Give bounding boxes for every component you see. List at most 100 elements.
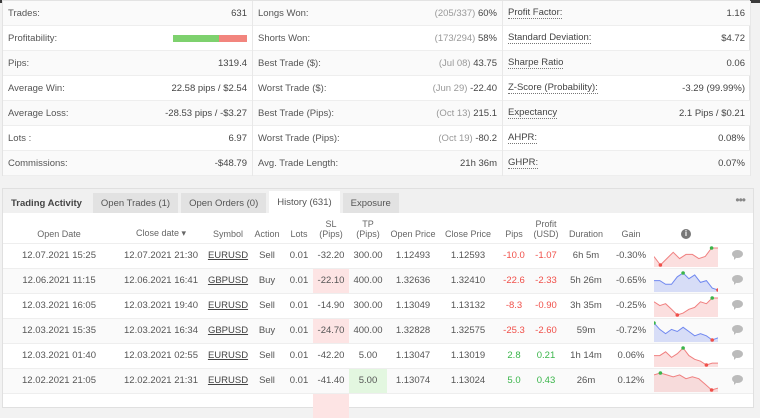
gain: -0.72% bbox=[611, 317, 651, 343]
col-sl[interactable]: SL (Pips) bbox=[313, 213, 349, 243]
stat-value-text: -3.29 (99.99%) bbox=[682, 82, 745, 94]
profitability-loss-fill bbox=[218, 34, 247, 42]
symbol-link[interactable]: EURUSD bbox=[208, 250, 248, 261]
close-date: 12.06.2021 16:41 bbox=[115, 267, 207, 293]
stat-value: (Oct 19) -80.2 bbox=[438, 133, 497, 144]
symbol-link[interactable]: EURUSD bbox=[208, 375, 248, 386]
stat-label[interactable]: Expectancy bbox=[508, 107, 558, 119]
comment-icon[interactable] bbox=[731, 325, 743, 335]
open-price: 1.13049 bbox=[387, 292, 439, 318]
stat-label[interactable]: Profit Factor: bbox=[508, 7, 563, 19]
col-open-price[interactable]: Open Price bbox=[387, 213, 439, 243]
open-price: 1.13074 bbox=[387, 367, 439, 393]
stat-value-text: 2.1 Pips / $0.21 bbox=[678, 107, 745, 119]
col-symbol[interactable]: Symbol bbox=[207, 213, 249, 243]
stat-value-text: 0.08% bbox=[718, 132, 745, 144]
stat-row: Longs Won: (205/337) 60% bbox=[253, 1, 502, 26]
stat-value: (Jul 08) 43.75 bbox=[439, 58, 497, 69]
info-icon[interactable]: i bbox=[681, 228, 691, 239]
col-duration[interactable]: Duration bbox=[561, 213, 611, 243]
sparkline-high-point bbox=[710, 295, 714, 300]
table-row[interactable]: 12.02.2021 21:05 12.02.2021 21:31 EURUSD Se… bbox=[3, 367, 753, 393]
duration: 5h 26m bbox=[561, 267, 611, 293]
col-profit[interactable]: Profit (USD) bbox=[531, 213, 561, 243]
col-action[interactable]: Action bbox=[249, 213, 285, 243]
stat-label[interactable]: AHPR: bbox=[508, 132, 538, 144]
trade-sparkline bbox=[654, 345, 718, 367]
comment-cell bbox=[721, 267, 753, 293]
stat-value: 22.58 pips / $2.54 bbox=[171, 83, 247, 94]
table-row[interactable]: 12.03.2021 16:05 12.03.2021 19:40 EURUSD Se… bbox=[3, 292, 753, 318]
stats-column-2: Longs Won: (205/337) 60% Shorts Won: (173/2… bbox=[253, 1, 503, 176]
stat-detail: (Oct 19) bbox=[438, 132, 473, 144]
stat-value-text: -28.53 pips / -$3.27 bbox=[165, 107, 247, 119]
more-options-icon[interactable]: ••• bbox=[735, 193, 746, 207]
stat-label[interactable]: Z-Score (Probability): bbox=[508, 82, 598, 94]
col-close-date[interactable]: Close date ▾ bbox=[115, 213, 207, 243]
stat-label[interactable]: GHPR: bbox=[508, 157, 539, 169]
comment-cell bbox=[721, 367, 753, 393]
stat-label[interactable]: Standard Deviation: bbox=[508, 32, 592, 44]
tab-open-1[interactable]: Open Orders (0) bbox=[181, 193, 267, 213]
symbol-link[interactable]: GBPUSD bbox=[208, 275, 248, 286]
sparkline-low-point bbox=[709, 387, 714, 392]
stat-label: Lots : bbox=[8, 132, 32, 144]
col-profit-label: Profit bbox=[535, 218, 557, 229]
col-tp-unit: (Pips) bbox=[356, 228, 380, 239]
table-row[interactable]: 12.03.2021 01:40 12.03.2021 02:55 EURUSD Se… bbox=[3, 342, 753, 368]
comment-cell bbox=[721, 292, 753, 318]
symbol-link[interactable]: EURUSD bbox=[208, 350, 248, 361]
pips: -22.6 bbox=[497, 267, 531, 293]
col-gain[interactable]: Gain bbox=[611, 213, 651, 243]
duration: 26m bbox=[561, 367, 611, 393]
comment-icon[interactable] bbox=[731, 300, 743, 310]
stat-row: Shorts Won: (173/294) 58% bbox=[253, 26, 502, 51]
col-pips[interactable]: Pips bbox=[497, 213, 531, 243]
open-date: 12.03.2021 15:35 bbox=[3, 317, 115, 343]
col-lots[interactable]: Lots bbox=[285, 213, 313, 243]
stat-value-text: 22.58 pips / $2.54 bbox=[171, 82, 247, 94]
action: Buy bbox=[249, 317, 285, 343]
stat-value-text: 21h 36m bbox=[460, 157, 497, 169]
col-sl-label: SL bbox=[325, 218, 337, 229]
duration: 3h 35m bbox=[561, 292, 611, 318]
col-tp[interactable]: TP (Pips) bbox=[349, 213, 387, 243]
stat-value: (Oct 13) 215.1 bbox=[436, 108, 497, 119]
symbol-link[interactable]: EURUSD bbox=[208, 300, 248, 311]
symbol-link[interactable]: GBPUSD bbox=[208, 325, 248, 336]
stat-value: -3.29 (99.99%) bbox=[682, 83, 745, 94]
col-tp-label: TP bbox=[362, 218, 374, 229]
stat-row: GHPR: 0.07% bbox=[503, 151, 750, 176]
stat-value: 0.06 bbox=[727, 58, 746, 69]
tab-open-0[interactable]: Open Trades (1) bbox=[92, 193, 179, 213]
comment-icon[interactable] bbox=[731, 350, 743, 360]
comment-icon[interactable] bbox=[731, 275, 743, 285]
table-row[interactable]: 12.06.2021 11:15 12.06.2021 16:41 GBPUSD Bu… bbox=[3, 267, 753, 293]
tp-pips: 5.00 bbox=[349, 342, 387, 368]
symbol-cell: EURUSD bbox=[207, 367, 249, 393]
duration: 6h 5m bbox=[561, 242, 611, 268]
stat-row: Lots : 6.97 bbox=[3, 126, 252, 151]
col-sl-unit: (Pips) bbox=[319, 228, 343, 239]
table-row[interactable]: 12.07.2021 15:25 12.07.2021 21:30 EURUSD Se… bbox=[3, 242, 753, 268]
trading-activity-title: Trading Activity bbox=[11, 197, 82, 209]
col-close-price[interactable]: Close Price bbox=[439, 213, 497, 243]
comment-icon[interactable] bbox=[731, 375, 743, 385]
stat-label: Avg. Trade Length: bbox=[258, 157, 339, 169]
col-open-date[interactable]: Open Date bbox=[3, 213, 115, 243]
stat-row: Best Trade ($): (Jul 08) 43.75 bbox=[253, 51, 502, 76]
duration: 59m bbox=[561, 317, 611, 343]
table-row[interactable]: 12.03.2021 15:35 12.03.2021 16:34 GBPUSD Bu… bbox=[3, 317, 753, 343]
stat-row: AHPR: 0.08% bbox=[503, 126, 750, 151]
comment-icon[interactable] bbox=[731, 250, 743, 260]
pips: 5.0 bbox=[497, 367, 531, 393]
sparkline-cell bbox=[651, 342, 721, 368]
tab-exposure-3[interactable]: Exposure bbox=[342, 193, 399, 213]
tab-history-2[interactable]: History (631) bbox=[269, 191, 340, 213]
stat-label: Shorts Won: bbox=[258, 32, 311, 44]
profitability-win-fill bbox=[173, 34, 219, 42]
stat-label[interactable]: Sharpe Ratio bbox=[508, 57, 564, 69]
stat-row: Commissions: -$48.79 bbox=[3, 151, 252, 176]
sl-pips: -14.90 bbox=[313, 292, 349, 318]
stat-label: Average Win: bbox=[8, 82, 65, 94]
